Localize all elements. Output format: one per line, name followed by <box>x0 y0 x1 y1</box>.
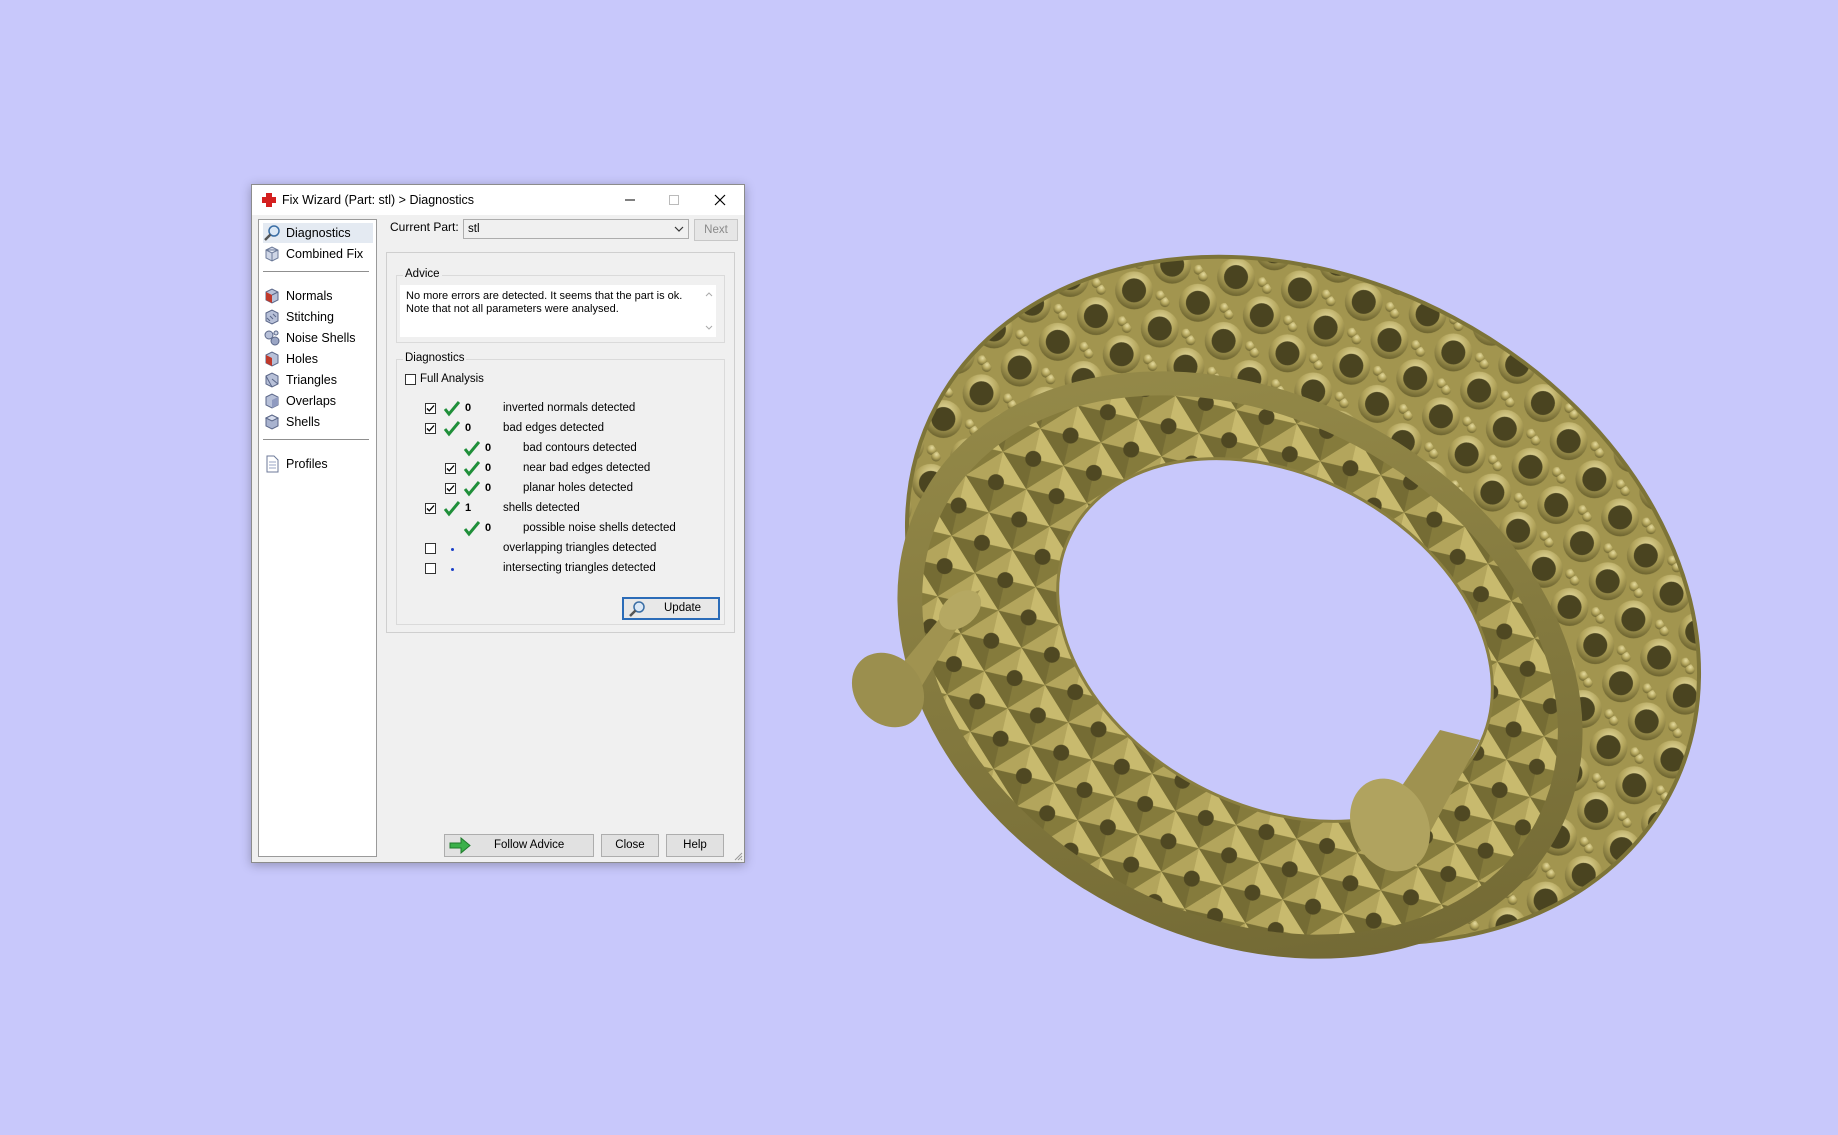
inverted-normals-count: 0 <box>465 402 472 414</box>
bad-contours-count: 0 <box>485 442 492 454</box>
overlapping-label: overlapping triangles detected <box>503 542 657 554</box>
nav-item-combined-fix[interactable]: Combined Fix <box>263 244 373 264</box>
diag-row-inverted-normals: 0 inverted normals detected <box>397 401 717 417</box>
help-button[interactable]: Help <box>666 834 724 857</box>
shells-label: shells detected <box>503 502 580 514</box>
minimize-button[interactable] <box>608 185 652 215</box>
pending-dot-icon <box>451 548 454 551</box>
planar-holes-label: planar holes detected <box>523 482 633 494</box>
nav-item-noise-shells[interactable]: Noise Shells <box>263 328 373 348</box>
diag-row-intersecting: intersecting triangles detected <box>397 561 717 577</box>
green-check-icon <box>444 421 460 437</box>
green-check-icon <box>464 481 480 497</box>
diag-row-near-bad-edges: 0 near bad edges detected <box>397 461 717 477</box>
bad-contours-label: bad contours detected <box>523 442 637 454</box>
green-check-icon <box>464 461 480 477</box>
advice-scrollbar[interactable] <box>702 285 716 337</box>
title-bar[interactable]: Fix Wizard (Part: stl) > Diagnostics <box>252 185 744 215</box>
close-window-button[interactable] <box>698 185 742 215</box>
nav-item-overlaps[interactable]: Overlaps <box>263 391 373 411</box>
magnifier-icon <box>629 601 645 617</box>
inverted-normals-checkbox[interactable] <box>425 403 436 414</box>
green-check-icon <box>464 441 480 457</box>
nav-item-normals[interactable]: Normals <box>263 286 373 306</box>
current-part-value: stl <box>468 223 480 235</box>
cube-icon <box>265 246 279 262</box>
overlaps-cube-icon <box>265 393 279 409</box>
chevron-down-icon <box>674 226 684 232</box>
advice-group-title: Advice <box>403 268 442 280</box>
nav-item-holes[interactable]: Holes <box>263 349 373 369</box>
pending-dot-icon <box>451 568 454 571</box>
resize-grip-icon[interactable] <box>733 851 743 861</box>
noise-shells-icon <box>264 330 280 346</box>
holes-cube-icon <box>265 351 279 367</box>
nav-separator <box>263 271 369 272</box>
green-check-icon <box>464 521 480 537</box>
update-label: Update <box>664 602 702 614</box>
wizard-nav: Diagnostics Combined Fix Normals Stitchi… <box>258 219 377 857</box>
near-bad-edges-label: near bad edges detected <box>523 462 651 474</box>
full-analysis-row[interactable]: Full Analysis <box>405 372 605 388</box>
diag-row-shells: 1 shells detected <box>397 501 717 517</box>
follow-advice-label: Follow Advice <box>494 839 565 851</box>
diag-row-bad-contours: 0 bad contours detected <box>397 441 717 457</box>
nav-item-diagnostics[interactable]: Diagnostics <box>263 223 373 243</box>
planar-holes-checkbox[interactable] <box>445 483 456 494</box>
triangles-cube-icon <box>265 372 279 388</box>
inverted-normals-label: inverted normals detected <box>503 402 636 414</box>
full-analysis-label: Full Analysis <box>420 373 484 385</box>
current-part-label: Current Part: <box>390 220 459 234</box>
normals-cube-icon <box>265 288 279 304</box>
near-bad-edges-count: 0 <box>485 462 492 474</box>
nav-separator <box>263 439 369 440</box>
advice-text: No more errors are detected. It seems th… <box>406 290 683 315</box>
diag-row-overlapping: overlapping triangles detected <box>397 541 717 557</box>
nav-item-triangles[interactable]: Triangles <box>263 370 373 390</box>
bad-edges-count: 0 <box>465 422 472 434</box>
fix-wizard-dialog: Fix Wizard (Part: stl) > Diagnostics Dia… <box>251 184 745 863</box>
diag-row-planar-holes: 0 planar holes detected <box>397 481 717 497</box>
green-arrow-icon <box>449 837 471 854</box>
full-analysis-checkbox[interactable] <box>405 374 416 385</box>
bad-edges-checkbox[interactable] <box>425 423 436 434</box>
diagnostics-group-title: Diagnostics <box>403 352 467 364</box>
intersecting-label: intersecting triangles detected <box>503 562 656 574</box>
green-check-icon <box>444 401 460 417</box>
magnifier-icon <box>264 225 280 241</box>
diagnostics-group: Diagnostics Full Analysis 0 inverted nor… <box>396 352 725 625</box>
window-title: Fix Wizard (Part: stl) > Diagnostics <box>282 193 475 207</box>
nav-item-shells[interactable]: Shells <box>263 412 373 432</box>
maximize-button[interactable] <box>652 185 696 215</box>
close-button[interactable]: Close <box>601 834 659 857</box>
red-cross-icon <box>262 193 276 207</box>
update-button[interactable]: Update <box>622 597 720 620</box>
shells-cube-icon <box>264 414 280 430</box>
planar-holes-count: 0 <box>485 482 492 494</box>
follow-advice-button[interactable]: Follow Advice <box>444 834 594 857</box>
near-bad-edges-checkbox[interactable] <box>445 463 456 474</box>
maximize-icon <box>669 195 679 205</box>
advice-group: Advice No more errors are detected. It s… <box>396 268 725 343</box>
nav-item-profiles[interactable]: Profiles <box>263 454 373 474</box>
intersecting-checkbox[interactable] <box>425 563 436 574</box>
nav-item-stitching[interactable]: Stitching <box>263 307 373 327</box>
next-button[interactable]: Next <box>694 219 738 241</box>
current-part-select[interactable]: stl <box>463 219 689 239</box>
noise-shells-label: possible noise shells detected <box>523 522 676 534</box>
shells-count: 1 <box>465 502 472 514</box>
shells-checkbox[interactable] <box>425 503 436 514</box>
diag-row-bad-edges: 0 bad edges detected <box>397 421 717 437</box>
green-check-icon <box>444 501 460 517</box>
close-icon <box>714 194 726 206</box>
bad-edges-label: bad edges detected <box>503 422 605 434</box>
stitching-cube-icon <box>265 309 279 325</box>
advice-textbox[interactable]: No more errors are detected. It seems th… <box>400 285 716 337</box>
document-icon <box>266 455 279 473</box>
diag-row-noise-shells: 0 possible noise shells detected <box>397 521 717 537</box>
noise-shells-count: 0 <box>485 522 492 534</box>
overlapping-checkbox[interactable] <box>425 543 436 554</box>
diagnostics-panel: Advice No more errors are detected. It s… <box>386 252 735 633</box>
minimize-icon <box>625 199 635 201</box>
